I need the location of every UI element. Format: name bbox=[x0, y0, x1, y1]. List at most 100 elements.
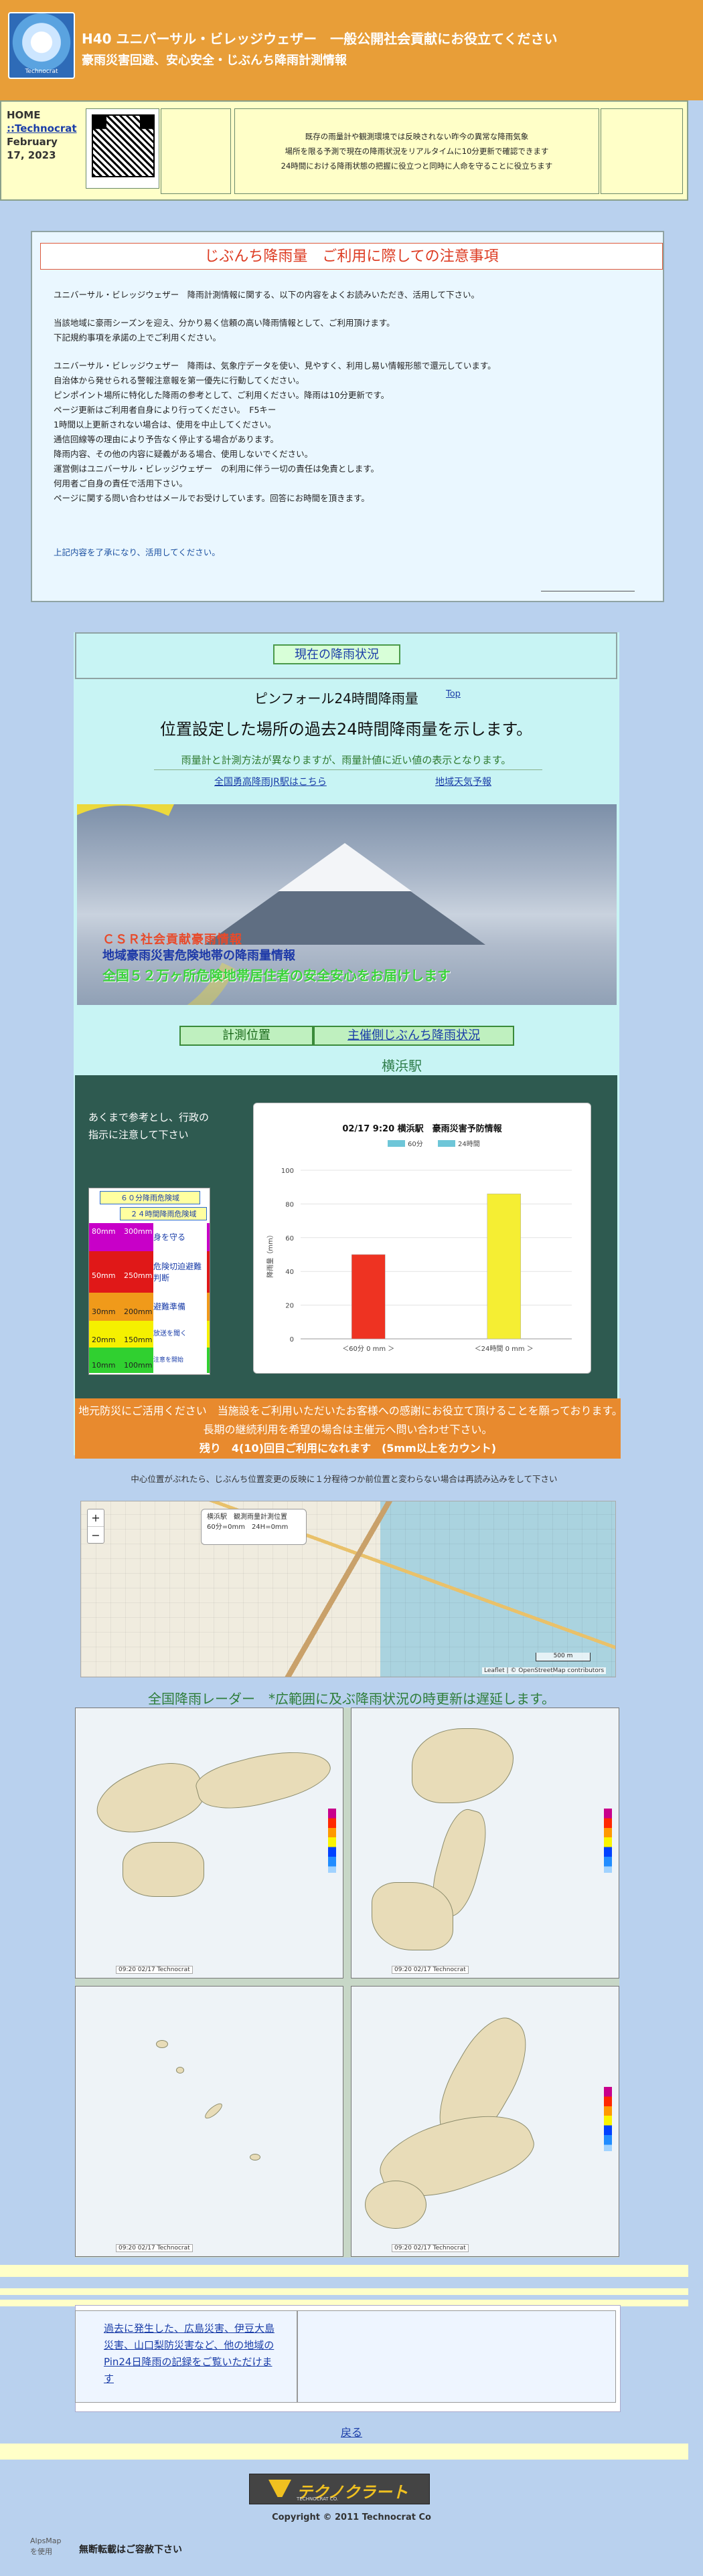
pinfall-title: ピンフォール24時間降雨量 bbox=[254, 691, 418, 707]
no-reproduction-note: 無断転載はご容赦下さい bbox=[79, 2545, 182, 2555]
danger-legend: ６０分降雨危険域 ２４時間降雨危険域 80mm 300mm 身を守る 50mm … bbox=[88, 1188, 210, 1375]
back-link[interactable]: 戻る bbox=[0, 2423, 703, 2440]
radar-title: 全国降雨レーダー *広範囲に及ぶ降雨状況の時更新は遅延します。 bbox=[148, 1691, 555, 1707]
page-title: H40 ユニバーサル・ビレッジウェザー 一般公開社会貢献にお役立てください bbox=[82, 31, 558, 47]
info-blank-cell-right bbox=[601, 108, 683, 194]
legend-300: 300mm bbox=[124, 1227, 153, 1236]
pinfall-description: 位置設定した場所の過去24時間降雨量を示します。 bbox=[159, 720, 533, 739]
legend-50: 50mm bbox=[92, 1271, 116, 1280]
date-line2: 17, 2023 bbox=[7, 149, 56, 161]
page-header bbox=[0, 0, 703, 100]
terms-text: 運営側はユニバーサル・ビレッジウェザー の利用に伴う一切の責任は免責とします。 bbox=[54, 464, 380, 474]
legend-swatch bbox=[438, 1140, 455, 1147]
terms-text: 下記規約事項を承諾の上でご利用ください。 bbox=[54, 333, 222, 343]
qr-image bbox=[92, 114, 155, 177]
map-note: 中心位置がぶれたら、じぶんち位置変更の反映に１分程待つか前位置と変わらない場合は… bbox=[131, 1474, 558, 1484]
service-notice: 既存の雨量計や観測環境では反映されない昨今の異常な降雨気象 場所を限る予測で現在… bbox=[234, 108, 599, 194]
legend-swatch bbox=[388, 1140, 405, 1147]
alpsmap-use: を使用 bbox=[30, 2547, 52, 2556]
terms-text: 自治体から発せられる警報注意報を第一優先に行動してください。 bbox=[54, 375, 305, 385]
advice-text: あくまで参考とし、行政の指示に注意して下さい bbox=[88, 1111, 210, 1141]
radar-caption: 09:20 02/17 Technocrat bbox=[116, 2244, 193, 2252]
y-tick-label: 40 bbox=[285, 1269, 294, 1276]
csr-banner: ＣＳＲ社会貢献豪雨情報 地域豪雨災害危険地帯の降雨量情報 全国５２万ヶ所危険地帯… bbox=[77, 804, 617, 1005]
technocrat-footer-logo[interactable]: テクノクラート TECHNOCRAT CO. bbox=[249, 2474, 430, 2504]
copyright: Copyright © 2011 Technocrat Co bbox=[272, 2512, 431, 2522]
terms-title: じぶんち降雨量 ご利用に際しての注意事項 bbox=[40, 243, 663, 270]
terms-text: 通信回線等の理由により予告なく停止する場合があります。 bbox=[54, 434, 279, 444]
radar-grid: 09:20 02/17 Technocrat 09:20 02/17 Techn… bbox=[75, 1708, 619, 2258]
banner-line2: 地域豪雨災害危険地帯の降雨量情報 bbox=[102, 949, 295, 963]
legend-250: 250mm bbox=[124, 1271, 153, 1280]
date-line1: February bbox=[7, 136, 58, 148]
y-tick-label: 100 bbox=[281, 1168, 294, 1175]
banner-line1: ＣＳＲ社会貢献豪雨情報 bbox=[102, 933, 242, 947]
notice-line3: 24時間における降雨状態の把握に役立つと同時に人命を守ることに役立ちます bbox=[281, 161, 553, 171]
bar-60min bbox=[352, 1254, 386, 1340]
popup-values: 60分=0mm 24H=0mm bbox=[207, 1524, 289, 1531]
legend-10: 10mm bbox=[92, 1361, 116, 1370]
legend-label: 60分 bbox=[408, 1140, 423, 1148]
jr-station-link[interactable]: 全国勇高降雨JR駅はこちら bbox=[214, 775, 327, 788]
legend-24h: ２４時間降雨危険域 bbox=[120, 1207, 207, 1220]
map-attribution[interactable]: Leaflet | © OpenStreetMap contributors bbox=[482, 1667, 607, 1674]
qr-code bbox=[86, 108, 159, 189]
radar-map-west[interactable]: 09:20 02/17 Technocrat bbox=[75, 1708, 343, 1979]
x-tick-label: ＜60分 0 mm ＞ bbox=[342, 1345, 394, 1353]
legend-150: 150mm bbox=[124, 1336, 153, 1344]
legend-30: 30mm bbox=[92, 1307, 116, 1316]
terms-text: 降雨内容、その他の内容に疑義がある場合、使用しないでください。 bbox=[54, 449, 313, 459]
radar-map-north[interactable]: 09:20 02/17 Technocrat bbox=[351, 1708, 619, 1979]
legend-200: 200mm bbox=[124, 1307, 153, 1316]
legend-evac-decision: 危険切迫避難判断 bbox=[153, 1251, 207, 1293]
map-scale: 500 m bbox=[536, 1653, 591, 1661]
radar-caption: 09:20 02/17 Technocrat bbox=[116, 1966, 193, 1974]
radar-map-central[interactable]: 09:20 02/17 Technocrat bbox=[351, 1986, 619, 2257]
divider bbox=[0, 2265, 688, 2277]
y-tick-label: 0 bbox=[290, 1336, 294, 1344]
technocrat-logo[interactable]: Technocrat bbox=[8, 12, 75, 79]
alpsmap-credit: AlpsMap を使用 bbox=[30, 2536, 62, 2557]
usage-notice: 地元防災にご活用ください 当施設をご利用いただいたお客様への感謝にお役立て頂ける… bbox=[78, 1404, 628, 1436]
terms-text: ユニバーサル・ビレッジウェザー 降雨計測情報に関する、以下の内容をよくお読みいた… bbox=[54, 290, 480, 300]
terms-text: ピンポイント場所に特化した降雨の参考として、ご利用ください。降雨は10分更新です… bbox=[54, 390, 390, 400]
radar-map-okinawa[interactable]: 09:20 02/17 Technocrat bbox=[75, 1986, 343, 2257]
past-disasters-link[interactable]: 過去に発生した、広島災害、伊豆大島災害、山口梨防災害など、他の地域のPin24日… bbox=[104, 2320, 278, 2387]
divider bbox=[0, 2444, 688, 2460]
banner-line3: 全国５２万ヶ所危険地帯居住者の安全安心をお届けします bbox=[102, 968, 451, 984]
host-status-link[interactable]: 主催側じぶんち降雨状況 bbox=[313, 1026, 514, 1046]
map-popup: 横浜駅 観測雨量計測位置 60分=0mm 24H=0mm bbox=[201, 1509, 307, 1545]
home-label: HOME bbox=[7, 109, 41, 121]
divider bbox=[154, 769, 542, 770]
technocrat-link[interactable]: ::Technocrat bbox=[7, 122, 77, 134]
terms-text: 1時間以上更新されない場合は、使用を中止してください。 bbox=[54, 420, 277, 430]
map-zoom-control: + − bbox=[87, 1509, 104, 1544]
location-map[interactable] bbox=[80, 1501, 616, 1677]
legend-prepare: 避難準備 bbox=[153, 1293, 207, 1321]
map-tiles[interactable] bbox=[81, 1501, 615, 1677]
top-link[interactable]: Top bbox=[446, 689, 461, 699]
radar-scale bbox=[604, 2087, 612, 2151]
rainfall-chart: 02/17 9:20 横浜駅 豪雨災害予防情報 60分 24時間 0 20 40 60 80 1… bbox=[253, 1103, 591, 1374]
y-tick-label: 80 bbox=[285, 1201, 294, 1208]
logo-text: Technocrat bbox=[25, 68, 58, 75]
y-axis-label: 降雨量（mm） bbox=[266, 1231, 275, 1277]
forecast-link[interactable]: 地域天気予報 bbox=[435, 775, 491, 788]
popup-title: 横浜駅 観測雨量計測位置 bbox=[207, 1513, 287, 1521]
bar-24h bbox=[487, 1194, 521, 1340]
terms-text: ユニバーサル・ビレッジウェザー 降雨は、気象庁データを使い、見やすく、利用し易い… bbox=[54, 361, 496, 371]
divider bbox=[0, 2288, 688, 2295]
logo-mark bbox=[268, 2480, 291, 2497]
radar-scale bbox=[604, 1809, 612, 1873]
station-name: 横浜駅 bbox=[382, 1058, 422, 1074]
zoom-in-button[interactable]: + bbox=[88, 1509, 104, 1527]
radar-caption: 09:20 02/17 Technocrat bbox=[392, 2244, 469, 2252]
legend-protect: 身を守る bbox=[153, 1223, 207, 1251]
legend-caution: 注意を開始 bbox=[153, 1348, 207, 1373]
terms-text: 当該地域に豪雨シーズンを迎え、分かり易く信頼の高い降雨情報として、ご利用頂けます… bbox=[54, 318, 395, 328]
alpsmap-name: AlpsMap bbox=[30, 2537, 62, 2545]
legend-100: 100mm bbox=[124, 1361, 153, 1370]
remaining-uses: 残り 4(10)回目ご利用になれます (5mm以上をカウント) bbox=[199, 1442, 497, 1455]
zoom-out-button[interactable]: − bbox=[88, 1527, 104, 1544]
legend-listen: 放送を聞く bbox=[153, 1321, 207, 1348]
